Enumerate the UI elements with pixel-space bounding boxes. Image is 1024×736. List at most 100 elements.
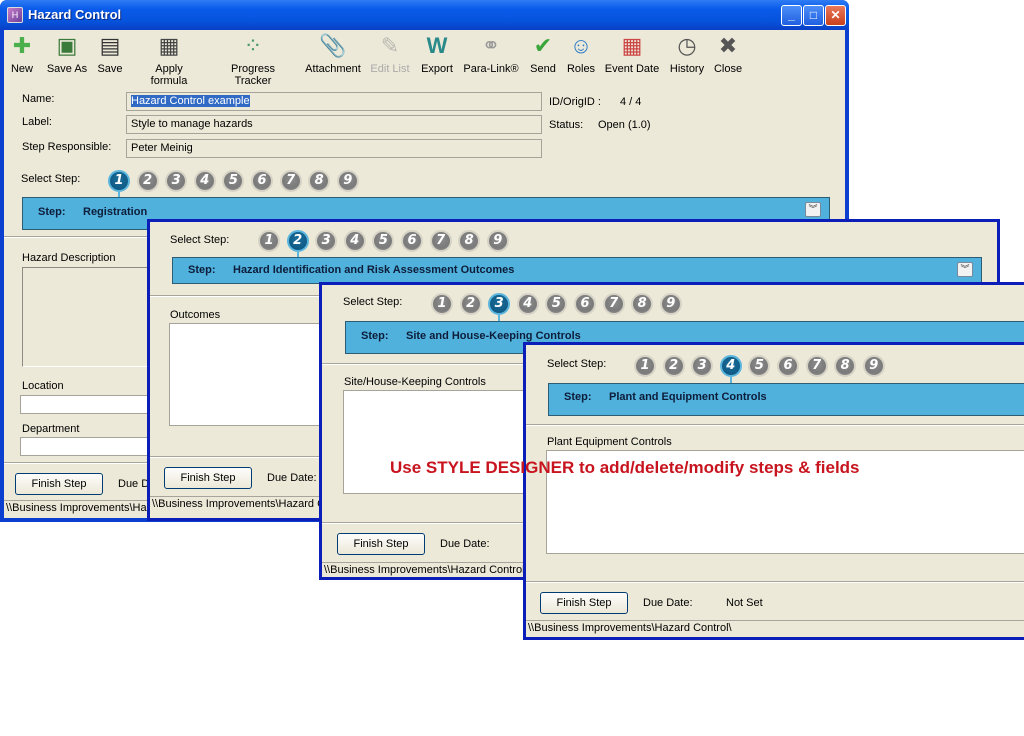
collapse-chevron-icon[interactable]: ︾ (805, 202, 821, 217)
step-button-8[interactable]: 8 (308, 170, 331, 192)
step-button-2[interactable]: 2 (662, 355, 685, 377)
step-button-5[interactable]: 5 (748, 355, 771, 377)
toolbar-event-date-button[interactable]: ▦ Event Date (604, 32, 660, 75)
send-icon: ✔ (533, 33, 553, 58)
finish-step-button[interactable]: Finish Step (337, 533, 425, 555)
toolbar-close-button[interactable]: ✖ Close (712, 32, 744, 75)
step-button-6[interactable]: 6 (401, 230, 423, 252)
field-label-site-housekeeping: Site/House-Keeping Controls (344, 376, 486, 388)
field-label-hazard-description: Hazard Description (22, 252, 116, 264)
step-button-3[interactable]: 3 (165, 170, 188, 192)
hazard-description-input[interactable] (22, 267, 152, 367)
step-button-2[interactable]: 2 (136, 170, 159, 192)
status-bar-path: \\Business Improvements\Hazard Control\ (526, 620, 1024, 636)
label-value: Style to manage hazards (131, 118, 253, 130)
step-button-8[interactable]: 8 (458, 230, 481, 252)
step-button-3[interactable]: 3 (691, 355, 714, 377)
field-label-department: Department (22, 423, 80, 435)
step-button-7[interactable]: 7 (429, 230, 452, 252)
step-button-4[interactable]: 4 (516, 293, 539, 315)
name-field[interactable]: Hazard Control example (126, 92, 542, 111)
callout-emphasis: STYLE DESIGNER (425, 458, 575, 477)
export-word-icon: W (426, 33, 448, 58)
id-value: 4 / 4 (620, 96, 642, 108)
maximize-button[interactable]: □ (803, 5, 824, 26)
toolbar-history-button[interactable]: ◷ History (668, 32, 706, 75)
step-button-7[interactable]: 7 (602, 293, 625, 315)
toolbar-label: Save As (46, 63, 88, 75)
toolbar-label: Save (97, 63, 123, 75)
step-key-label: Step: (361, 330, 389, 342)
step-button-6[interactable]: 6 (251, 170, 273, 192)
step-button-1[interactable]: 1 (108, 170, 130, 199)
step-button-9[interactable]: 9 (862, 355, 885, 377)
step-button-5[interactable]: 5 (372, 230, 395, 252)
step-button-5[interactable]: 5 (545, 293, 568, 315)
step-button-4[interactable]: 4 (719, 355, 742, 384)
step-button-3[interactable]: 3 (488, 293, 511, 322)
step-button-8[interactable]: 8 (834, 355, 857, 377)
step-selector: 123456789 (431, 293, 691, 322)
outcomes-input[interactable] (169, 323, 329, 426)
step-key-label: Step: (564, 391, 592, 403)
minimize-button[interactable]: _ (781, 5, 802, 26)
toolbar-para-link-button[interactable]: ⚭ Para-Link® (462, 32, 520, 75)
due-date-label: Due Date: (643, 597, 693, 609)
select-step-label: Select Step: (21, 173, 81, 185)
location-input[interactable] (20, 395, 154, 414)
step-button-1[interactable]: 1 (431, 293, 453, 315)
step-button-4[interactable]: 4 (193, 170, 216, 192)
step-responsible-field[interactable]: Peter Meinig (126, 139, 542, 158)
step-button-7[interactable]: 7 (279, 170, 302, 192)
toolbar-apply-formula-button[interactable]: ▦ Apply formula (136, 32, 202, 87)
toolbar-edit-list-button[interactable]: ✎ Edit List (370, 32, 410, 75)
step-button-1[interactable]: 1 (258, 230, 280, 252)
title-bar[interactable]: H Hazard Control _ □ ✕ (0, 0, 849, 30)
step-button-9[interactable]: 9 (486, 230, 509, 252)
step-button-8[interactable]: 8 (631, 293, 654, 315)
toolbar-send-button[interactable]: ✔ Send (528, 32, 558, 75)
toolbar-label: Attachment (305, 63, 361, 75)
toolbar-export-button[interactable]: W Export (420, 32, 454, 75)
close-window-button[interactable]: ✕ (825, 5, 846, 26)
finish-step-button[interactable]: Finish Step (15, 473, 103, 495)
name-value: Hazard Control example (131, 95, 250, 107)
step-name: Plant and Equipment Controls (609, 391, 767, 403)
step-button-1[interactable]: 1 (634, 355, 656, 377)
step-button-7[interactable]: 7 (805, 355, 828, 377)
site-housekeeping-input[interactable] (343, 390, 533, 494)
step-button-4[interactable]: 4 (343, 230, 366, 252)
field-label-outcomes: Outcomes (170, 309, 221, 321)
finish-step-button[interactable]: Finish Step (164, 467, 252, 489)
roles-person-icon: ☺ (569, 33, 593, 58)
finish-step-button[interactable]: Finish Step (540, 592, 628, 614)
select-step-label: Select Step: (547, 358, 607, 370)
toolbar-progress-tracker-button[interactable]: ⁘ Progress Tracker (212, 32, 294, 87)
collapse-chevron-icon[interactable]: ︾ (957, 262, 973, 277)
toolbar-label: Roles (566, 63, 596, 75)
step-selector: 123456789 (108, 170, 368, 199)
step-button-2[interactable]: 2 (286, 230, 309, 259)
toolbar-new-button[interactable]: ✚ New (8, 32, 36, 75)
step-button-3[interactable]: 3 (315, 230, 338, 252)
toolbar-roles-button[interactable]: ☺ Roles (565, 32, 597, 75)
label-field[interactable]: Style to manage hazards (126, 115, 542, 134)
toolbar-label: Edit List (370, 63, 410, 75)
step-responsible-value: Peter Meinig (131, 142, 193, 154)
step-button-6[interactable]: 6 (574, 293, 596, 315)
progress-tracker-icon: ⁘ (243, 33, 263, 58)
step-button-5[interactable]: 5 (222, 170, 245, 192)
step-4-client: Select Step: 123456789 Step: Plant and E… (526, 345, 1024, 637)
step-button-6[interactable]: 6 (777, 355, 799, 377)
step-button-9[interactable]: 9 (659, 293, 682, 315)
step-button-2[interactable]: 2 (459, 293, 482, 315)
toolbar: ✚ New ▣ Save As ▤ Save ▦ Apply formula ⁘… (4, 30, 845, 87)
toolbar-save-button[interactable]: ▤ Save (96, 32, 124, 75)
toolbar-save-as-button[interactable]: ▣ Save As (46, 32, 88, 75)
save-as-icon: ▣ (56, 33, 78, 58)
toolbar-attachment-button[interactable]: 📎 Attachment (305, 32, 361, 75)
step-responsible-label: Step Responsible: (22, 141, 112, 153)
department-input[interactable] (20, 437, 154, 456)
step-button-9[interactable]: 9 (336, 170, 359, 192)
field-label-plant-equipment: Plant Equipment Controls (547, 436, 672, 448)
